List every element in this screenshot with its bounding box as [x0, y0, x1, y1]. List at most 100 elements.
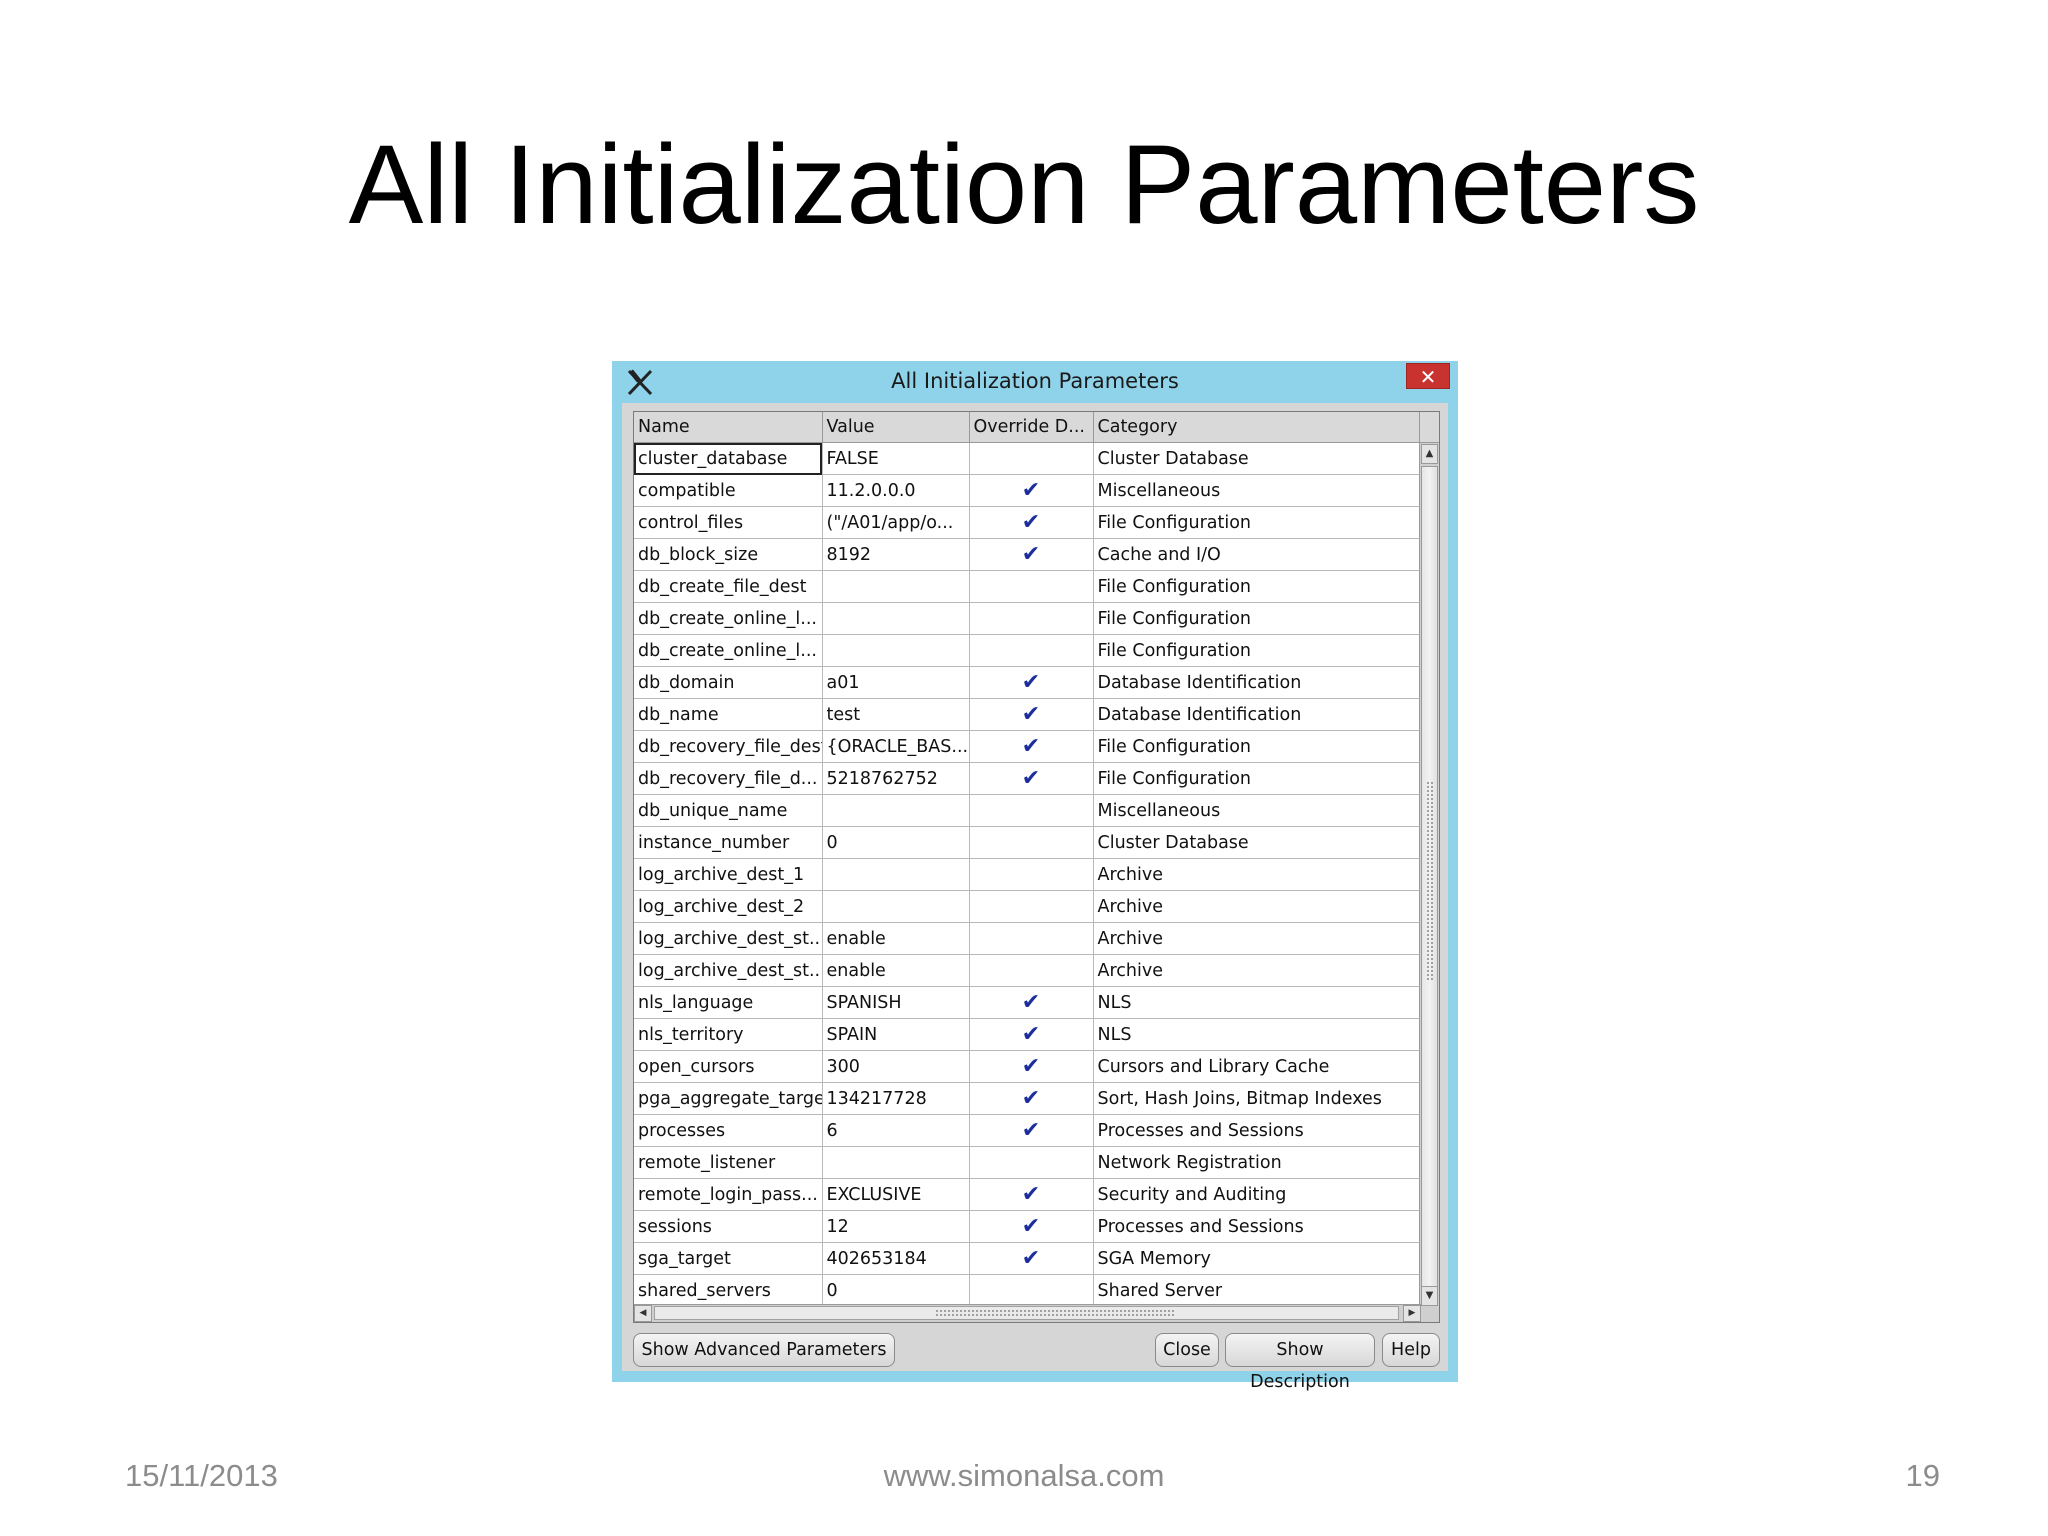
cell-value[interactable]: 5218762752 [822, 762, 970, 795]
cell-category[interactable]: File Configuration [1093, 634, 1431, 667]
table-row[interactable]: nls_territory SPAIN ✔ NLS [634, 1018, 1431, 1051]
vertical-scroll-thumb[interactable] [1421, 466, 1438, 1294]
cell-value[interactable]: SPANISH [822, 986, 970, 1019]
scroll-up-arrow-icon[interactable]: ▲ [1421, 444, 1438, 464]
cell-category[interactable]: Miscellaneous [1093, 794, 1431, 827]
cell-value[interactable] [822, 1146, 970, 1179]
cell-name[interactable]: open_cursors [634, 1050, 823, 1083]
table-row[interactable]: db_create_file_dest File Configuration [634, 570, 1431, 603]
cell-override-checkmark-icon[interactable]: ✔ [969, 666, 1094, 699]
table-row[interactable]: db_domain a01 ✔ Database Identification [634, 666, 1431, 699]
cell-value[interactable]: 8192 [822, 538, 970, 571]
cell-override-checkmark-icon[interactable]: ✔ [969, 698, 1094, 731]
cell-name[interactable]: control_files [634, 506, 823, 539]
cell-name[interactable]: db_unique_name [634, 794, 823, 827]
table-row[interactable]: db_block_size 8192 ✔ Cache and I/O [634, 538, 1431, 571]
cell-category[interactable]: File Configuration [1093, 602, 1431, 635]
scroll-left-arrow-icon[interactable]: ◀ [634, 1305, 652, 1322]
cell-category[interactable]: Cursors and Library Cache [1093, 1050, 1431, 1083]
table-row[interactable]: sga_target 402653184 ✔ SGA Memory [634, 1242, 1431, 1275]
table-row[interactable]: cluster_database FALSE Cluster Database [634, 442, 1431, 475]
cell-name[interactable]: processes [634, 1114, 823, 1147]
cell-value[interactable] [822, 890, 970, 923]
help-button[interactable]: Help [1382, 1333, 1440, 1367]
cell-value[interactable]: 134217728 [822, 1082, 970, 1115]
cell-value[interactable]: SPAIN [822, 1018, 970, 1051]
cell-value[interactable] [822, 858, 970, 891]
cell-category[interactable]: Cluster Database [1093, 442, 1431, 475]
cell-value[interactable]: FALSE [822, 442, 970, 475]
cell-value[interactable]: EXCLUSIVE [822, 1178, 970, 1211]
table-row[interactable]: processes 6 ✔ Processes and Sessions [634, 1114, 1431, 1147]
cell-override-checkmark-icon[interactable] [969, 954, 1094, 987]
cell-name[interactable]: db_block_size [634, 538, 823, 571]
cell-category[interactable]: File Configuration [1093, 762, 1431, 795]
cell-name[interactable]: compatible [634, 474, 823, 507]
cell-category[interactable]: SGA Memory [1093, 1242, 1431, 1275]
cell-override-checkmark-icon[interactable]: ✔ [969, 474, 1094, 507]
cell-category[interactable]: NLS [1093, 986, 1431, 1019]
table-row[interactable]: db_recovery_file_d... 5218762752 ✔ File Con… [634, 762, 1431, 795]
cell-category[interactable]: Archive [1093, 890, 1431, 923]
cell-value[interactable]: 11.2.0.0.0 [822, 474, 970, 507]
table-row[interactable]: db_create_online_l... File Configuration [634, 634, 1431, 667]
column-header-override[interactable]: Override D... [969, 412, 1094, 443]
scroll-down-arrow-icon[interactable]: ▼ [1421, 1286, 1438, 1306]
cell-override-checkmark-icon[interactable] [969, 794, 1094, 827]
cell-category[interactable]: Database Identification [1093, 698, 1431, 731]
cell-name[interactable]: log_archive_dest_1 [634, 858, 823, 891]
cell-value[interactable]: 300 [822, 1050, 970, 1083]
cell-override-checkmark-icon[interactable] [969, 442, 1094, 475]
cell-name[interactable]: db_domain [634, 666, 823, 699]
column-header-value[interactable]: Value [822, 412, 970, 443]
cell-override-checkmark-icon[interactable] [969, 1274, 1094, 1307]
cell-value[interactable]: 0 [822, 826, 970, 859]
cell-category[interactable]: File Configuration [1093, 730, 1431, 763]
cell-name[interactable]: remote_login_pass... [634, 1178, 823, 1211]
cell-override-checkmark-icon[interactable]: ✔ [969, 1018, 1094, 1051]
table-row[interactable]: control_files ("/A01/app/o... ✔ File Config… [634, 506, 1431, 539]
table-row[interactable]: compatible 11.2.0.0.0 ✔ Miscellaneous [634, 474, 1431, 507]
cell-name[interactable]: log_archive_dest_st... [634, 922, 823, 955]
table-row[interactable]: nls_language SPANISH ✔ NLS [634, 986, 1431, 1019]
cell-name[interactable]: db_name [634, 698, 823, 731]
cell-category[interactable]: Archive [1093, 858, 1431, 891]
table-row[interactable]: log_archive_dest_2 Archive [634, 890, 1431, 923]
cell-override-checkmark-icon[interactable] [969, 922, 1094, 955]
cell-override-checkmark-icon[interactable]: ✔ [969, 1178, 1094, 1211]
cell-category[interactable]: Security and Auditing [1093, 1178, 1431, 1211]
show-advanced-parameters-button[interactable]: Show Advanced Parameters [633, 1333, 895, 1367]
cell-name[interactable]: nls_language [634, 986, 823, 1019]
cell-name[interactable]: log_archive_dest_2 [634, 890, 823, 923]
cell-name[interactable]: cluster_database [634, 442, 823, 475]
cell-value[interactable]: 0 [822, 1274, 970, 1307]
cell-override-checkmark-icon[interactable]: ✔ [969, 1082, 1094, 1115]
cell-name[interactable]: db_create_online_l... [634, 602, 823, 635]
cell-value[interactable] [822, 602, 970, 635]
cell-value[interactable] [822, 634, 970, 667]
cell-name[interactable]: sessions [634, 1210, 823, 1243]
cell-override-checkmark-icon[interactable]: ✔ [969, 1114, 1094, 1147]
cell-override-checkmark-icon[interactable]: ✔ [969, 730, 1094, 763]
close-button[interactable]: Close [1155, 1333, 1219, 1367]
cell-override-checkmark-icon[interactable]: ✔ [969, 506, 1094, 539]
cell-category[interactable]: NLS [1093, 1018, 1431, 1051]
cell-value[interactable] [822, 570, 970, 603]
cell-name[interactable]: db_create_online_l... [634, 634, 823, 667]
cell-value[interactable] [822, 794, 970, 827]
table-row[interactable]: open_cursors 300 ✔ Cursors and Library Cach… [634, 1050, 1431, 1083]
table-row[interactable]: db_recovery_file_dest {ORACLE_BAS... ✔ File… [634, 730, 1431, 763]
cell-name[interactable]: nls_territory [634, 1018, 823, 1051]
cell-name[interactable]: sga_target [634, 1242, 823, 1275]
cell-category[interactable]: Processes and Sessions [1093, 1114, 1431, 1147]
horizontal-scroll-thumb[interactable] [654, 1306, 1399, 1320]
cell-category[interactable]: Cache and I/O [1093, 538, 1431, 571]
cell-category[interactable]: Shared Server [1093, 1274, 1431, 1307]
cell-value[interactable]: 402653184 [822, 1242, 970, 1275]
table-row[interactable]: remote_listener Network Registration [634, 1146, 1431, 1179]
table-row[interactable]: sessions 12 ✔ Processes and Sessions [634, 1210, 1431, 1243]
cell-category[interactable]: Archive [1093, 922, 1431, 955]
cell-category[interactable]: Archive [1093, 954, 1431, 987]
cell-value[interactable]: a01 [822, 666, 970, 699]
cell-value[interactable]: 6 [822, 1114, 970, 1147]
